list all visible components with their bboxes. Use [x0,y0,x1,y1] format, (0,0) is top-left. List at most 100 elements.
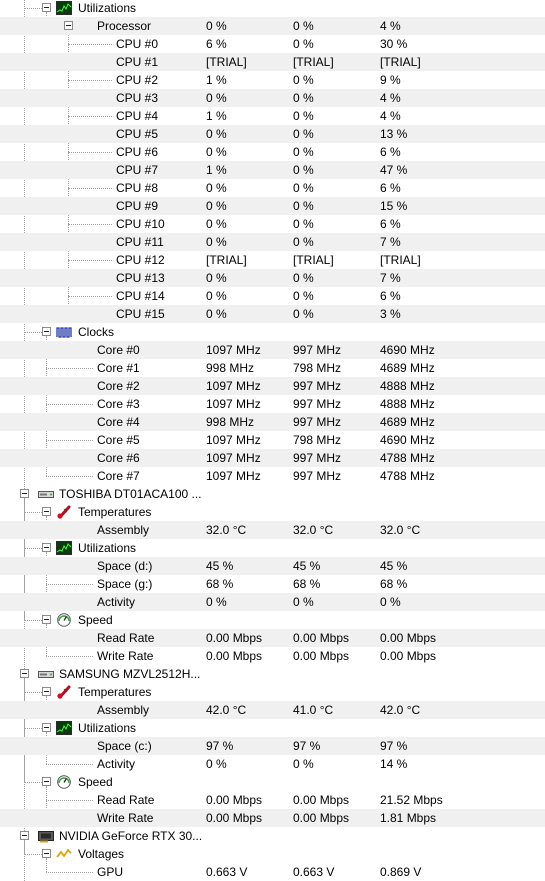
row-label: Assembly [97,703,150,717]
current-value: 1097 MHz [206,343,261,357]
row-label: Read Rate [97,631,155,645]
sensor-row[interactable]: CPU #15 0 % 0 % 3 % [0,305,545,323]
maximum-value: 3 % [380,307,401,321]
minimum-value: 0.663 V [293,865,335,879]
utilization-icon [56,541,72,555]
tree-group-row[interactable]: Utilizations [0,539,545,557]
minimum-value: 0.00 Mbps [293,631,350,645]
sensor-row[interactable]: Core #5 1097 MHz 798 MHz 4690 MHz [0,431,545,449]
collapse-toggle-icon[interactable] [42,543,51,552]
minimum-value: 997 MHz [293,415,342,429]
tree-group-row[interactable]: Temperatures [0,503,545,521]
maximum-value: 14 % [380,757,408,771]
tree-group-row[interactable]: Speed [0,611,545,629]
sensor-row[interactable]: CPU #1 [TRIAL] [TRIAL] [TRIAL] [0,53,545,71]
sensor-row[interactable]: Assembly 42.0 °C 41.0 °C 42.0 °C [0,701,545,719]
tree-group-row[interactable]: Temperatures [0,683,545,701]
row-label: CPU #1 [116,55,159,69]
tree-group-row[interactable]: SAMSUNG MZVL2512H... [0,665,545,683]
tree-group-row[interactable]: Clocks [0,323,545,341]
collapse-toggle-icon[interactable] [20,489,29,498]
maximum-value: 4788 MHz [380,451,435,465]
sensor-row[interactable]: CPU #2 1 % 0 % 9 % [0,71,545,89]
collapse-toggle-icon[interactable] [42,615,51,624]
row-label: Core #6 [97,451,140,465]
current-value: 32.0 °C [206,523,247,537]
row-label: CPU #3 [116,91,159,105]
sensor-row[interactable]: Core #6 1097 MHz 997 MHz 4788 MHz [0,449,545,467]
sensor-row[interactable]: CPU #11 0 % 0 % 7 % [0,233,545,251]
row-label: Core #4 [97,415,140,429]
sensor-row[interactable]: CPU #0 6 % 0 % 30 % [0,35,545,53]
sensor-row[interactable]: Core #0 1097 MHz 997 MHz 4690 MHz [0,341,545,359]
sensor-row[interactable]: Space (g:) 68 % 68 % 68 % [0,575,545,593]
minimum-value: 0 % [293,109,314,123]
sensor-row[interactable]: Read Rate 0.00 Mbps 0.00 Mbps 0.00 Mbps [0,629,545,647]
current-value: 1097 MHz [206,469,261,483]
sensor-row[interactable]: Activity 0 % 0 % 14 % [0,755,545,773]
current-value: 1 % [206,109,227,123]
collapse-toggle-icon[interactable] [20,669,29,678]
tree-group-row[interactable]: TOSHIBA DT01ACA100 ... [0,485,545,503]
sensor-row[interactable]: GPU 0.663 V 0.663 V 0.869 V [0,863,545,881]
sensor-row[interactable]: CPU #7 1 % 0 % 47 % [0,161,545,179]
sensor-row[interactable]: Core #4 998 MHz 997 MHz 4689 MHz [0,413,545,431]
sensor-row[interactable]: Core #2 1097 MHz 997 MHz 4888 MHz [0,377,545,395]
sensor-row[interactable]: CPU #3 0 % 0 % 4 % [0,89,545,107]
row-label: Core #2 [97,379,140,393]
collapse-toggle-icon[interactable] [42,777,51,786]
sensor-row[interactable]: Write Rate 0.00 Mbps 0.00 Mbps 0.00 Mbps [0,647,545,665]
tree-group-row[interactable]: Voltages [0,845,545,863]
sensor-row[interactable]: CPU #9 0 % 0 % 15 % [0,197,545,215]
tree-group-row[interactable]: Utilizations [0,0,545,17]
tree-group-row[interactable]: Utilizations [0,719,545,737]
minimum-value: 0 % [293,181,314,195]
sensor-row[interactable]: Assembly 32.0 °C 32.0 °C 32.0 °C [0,521,545,539]
sensor-row[interactable]: Space (c:) 97 % 97 % 97 % [0,737,545,755]
collapse-toggle-icon[interactable] [42,3,51,12]
sensor-row[interactable]: CPU #8 0 % 0 % 6 % [0,179,545,197]
sensor-row[interactable]: CPU #4 1 % 0 % 4 % [0,107,545,125]
collapse-toggle-icon[interactable] [20,831,29,840]
current-value: 0.663 V [206,865,248,879]
current-value: 998 MHz [206,415,255,429]
sensor-row[interactable]: CPU #6 0 % 0 % 6 % [0,143,545,161]
collapse-toggle-icon[interactable] [42,327,51,336]
maximum-value: 0.869 V [380,865,422,879]
minimum-value: 997 MHz [293,451,342,465]
sensor-row[interactable]: CPU #14 0 % 0 % 6 % [0,287,545,305]
minimum-value: [TRIAL] [293,55,334,69]
current-value: 1097 MHz [206,433,261,447]
collapse-toggle-icon[interactable] [42,849,51,858]
tree-group-row[interactable]: Processor 0 % 0 % 4 % [0,17,545,35]
sensor-row[interactable]: Activity 0 % 0 % 0 % [0,593,545,611]
collapse-toggle-icon[interactable] [64,21,73,30]
collapse-toggle-icon[interactable] [42,687,51,696]
maximum-value: 7 % [380,271,401,285]
minimum-value: 97 % [293,739,321,753]
maximum-value: 4888 MHz [380,397,435,411]
current-value: [TRIAL] [206,55,247,69]
minimum-value: 0 % [293,163,314,177]
minimum-value: 997 MHz [293,379,342,393]
maximum-value: 68 % [380,577,408,591]
tree-group-row[interactable]: NVIDIA GeForce RTX 30... [0,827,545,845]
sensor-row[interactable]: Write Rate 0.00 Mbps 0.00 Mbps 1.81 Mbps [0,809,545,827]
collapse-toggle-icon[interactable] [42,723,51,732]
minimum-value: 0 % [293,595,314,609]
temperature-icon [56,685,72,699]
current-value: 0.00 Mbps [206,631,263,645]
collapse-toggle-icon[interactable] [42,507,51,516]
minimum-value: 32.0 °C [293,523,334,537]
sensor-row[interactable]: Read Rate 0.00 Mbps 0.00 Mbps 21.52 Mbps [0,791,545,809]
sensor-row[interactable]: Core #7 1097 MHz 997 MHz 4788 MHz [0,467,545,485]
sensor-row[interactable]: CPU #10 0 % 0 % 6 % [0,215,545,233]
sensor-row[interactable]: CPU #13 0 % 0 % 7 % [0,269,545,287]
sensor-row[interactable]: Core #1 998 MHz 798 MHz 4689 MHz [0,359,545,377]
tree-group-row[interactable]: Speed [0,773,545,791]
sensor-row[interactable]: CPU #12 [TRIAL] [TRIAL] [TRIAL] [0,251,545,269]
row-label: Temperatures [78,505,152,519]
sensor-row[interactable]: CPU #5 0 % 0 % 13 % [0,125,545,143]
sensor-row[interactable]: Space (d:) 45 % 45 % 45 % [0,557,545,575]
sensor-row[interactable]: Core #3 1097 MHz 997 MHz 4888 MHz [0,395,545,413]
